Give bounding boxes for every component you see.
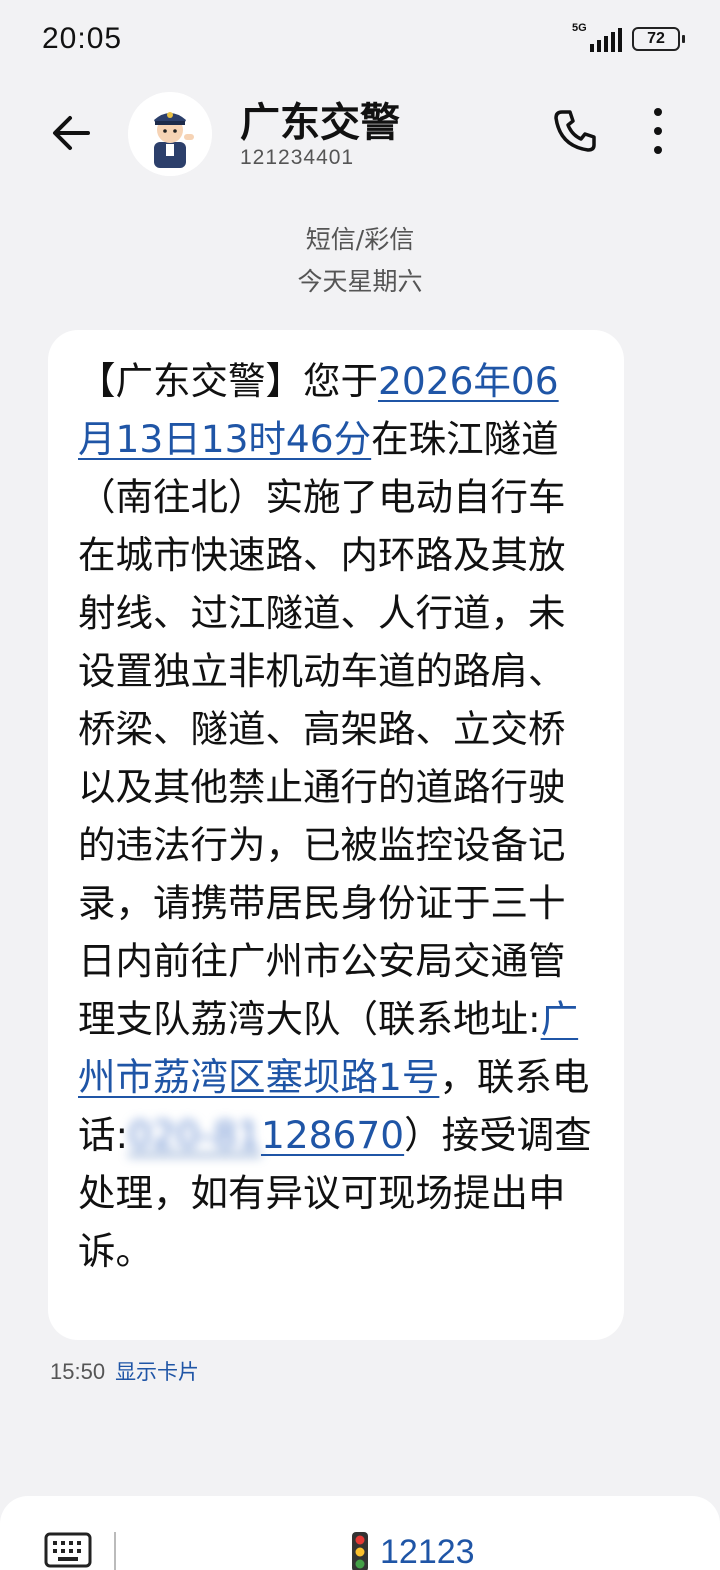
call-button[interactable] (550, 106, 600, 156)
keyboard-icon (44, 1532, 92, 1568)
divider (114, 1532, 116, 1570)
message-text: 【广东交警】您于2026年06月13日13时46分在珠江隧道（南往北）实施了电动… (78, 352, 594, 1280)
phone-icon (554, 110, 596, 152)
phone-visible: 128670 (260, 1113, 405, 1157)
more-vertical-icon (654, 108, 662, 154)
traffic-light-icon (352, 1532, 368, 1570)
conversation-header: 广东交警 121234401 (0, 80, 720, 190)
traffic-police-avatar-icon (128, 92, 212, 176)
message-text-part: 在珠江隧道（南往北）实施了电动自行车在城市快速路、内环路及其放射线、过江隧道、人… (78, 417, 566, 1041)
contact-number: 121234401 (240, 146, 355, 169)
message-meta: 15:50 显示卡片 (50, 1356, 199, 1386)
phone-redacted: 020-81 (128, 1113, 261, 1157)
more-options-button[interactable] (640, 104, 676, 158)
battery-icon: 72 (632, 27, 685, 51)
service-number: 12123 (380, 1532, 475, 1570)
battery-level: 72 (647, 30, 665, 47)
status-bar: 20:05 5G 72 (0, 0, 720, 80)
show-card-button[interactable]: 显示卡片 (115, 1360, 199, 1384)
status-time: 20:05 (42, 22, 123, 55)
message-time: 15:50 (50, 1359, 106, 1384)
bottom-bar: 12123 (0, 1496, 720, 1570)
date-separator: 今天星期六 (297, 267, 423, 296)
avatar[interactable] (128, 92, 212, 176)
back-button[interactable] (46, 108, 96, 158)
service-menu-button[interactable]: 12123 (350, 1532, 475, 1570)
contact-name: 广东交警 (240, 100, 400, 146)
arrow-left-icon (53, 116, 90, 150)
signal-icon: 5G (572, 22, 622, 52)
keyboard-button[interactable] (44, 1532, 92, 1568)
message-type-label: 短信/彩信 (305, 225, 415, 254)
phone-link[interactable]: 020-81128670 (128, 1113, 404, 1157)
message-text-part: 【广东交警】您于 (78, 359, 378, 403)
message-bubble[interactable]: 【广东交警】您于2026年06月13日13时46分在珠江隧道（南往北）实施了电动… (48, 330, 624, 1340)
network-type: 5G (572, 22, 587, 34)
status-icons: 5G 72 (572, 22, 685, 52)
